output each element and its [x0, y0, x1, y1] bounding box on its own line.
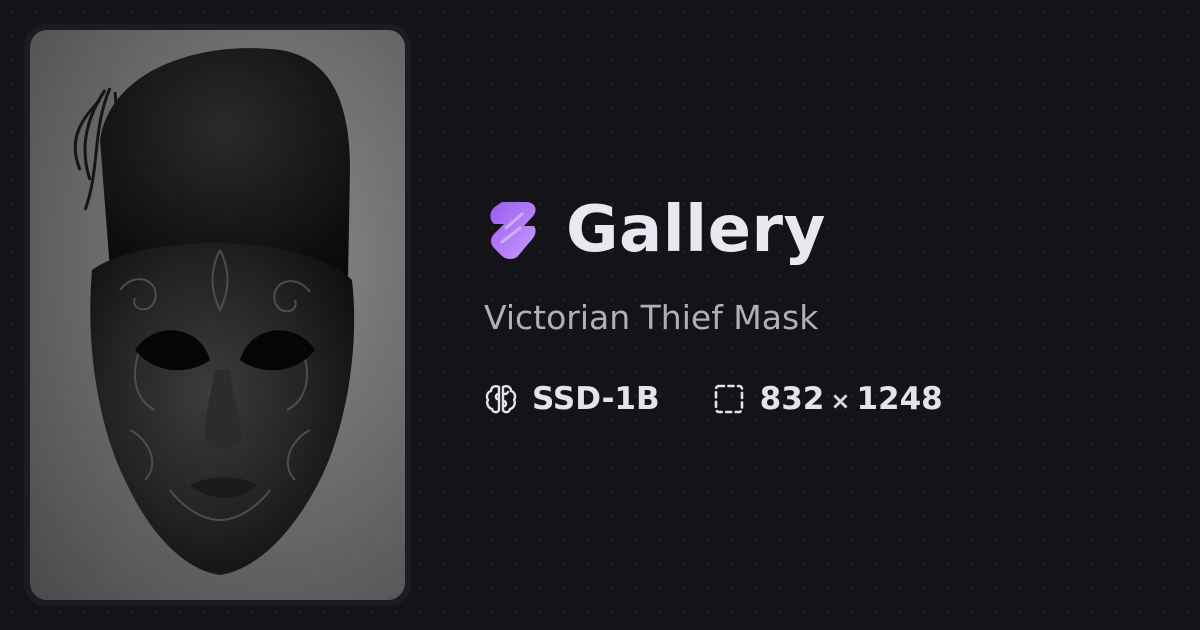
- dimensions-info: 832 × 1248: [712, 381, 943, 417]
- image-width: 832: [759, 381, 825, 417]
- image-card: [24, 24, 411, 606]
- dashed-frame-icon: [714, 384, 743, 414]
- title-row: Gallery: [484, 190, 1184, 270]
- times-symbol: ×: [830, 387, 851, 415]
- model-name: SSD-1B: [532, 381, 660, 417]
- artwork-image[interactable]: [30, 30, 405, 600]
- artwork-title: Victorian Thief Mask: [484, 298, 819, 337]
- stability-logo-icon: [490, 202, 536, 259]
- model-info: SSD-1B: [484, 381, 660, 417]
- brain-icon: [485, 385, 517, 414]
- info-panel: Gallery Victorian Thief Mask SSD-1B 832 …: [484, 190, 1184, 417]
- image-dimensions: 832 × 1248: [760, 381, 943, 417]
- image-height: 1248: [856, 381, 943, 417]
- page-title: Gallery: [566, 193, 826, 267]
- metadata-row: SSD-1B 832 × 1248: [484, 381, 1184, 417]
